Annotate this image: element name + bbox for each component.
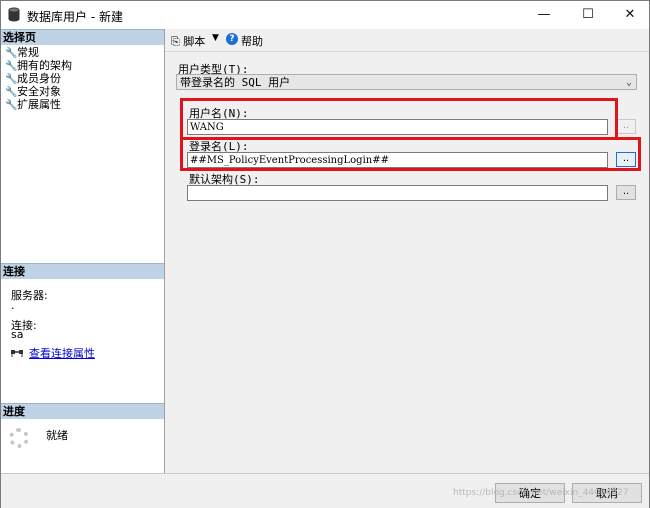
connection-value: sa bbox=[11, 328, 24, 341]
nav-item-general[interactable]: 🔧常规 bbox=[5, 46, 39, 59]
nav-item-owned-schemas[interactable]: 🔧拥有的架构 bbox=[5, 59, 72, 72]
user-name-browse-button: .. bbox=[616, 119, 636, 134]
highlight-box-login-name bbox=[180, 137, 641, 171]
nav-item-label: 常规 bbox=[17, 46, 39, 59]
help-icon[interactable]: ? bbox=[226, 33, 238, 45]
right-pane: ⎘ 脚本 ▼ ? 帮助 用户类型(T): 带登录名的 SQL 用户 ⌄ 用户名(… bbox=[165, 29, 649, 473]
dialog-window: 数据库用户 - 新建 — ☐ ✕ 选择页 🔧常规 🔧拥有的架构 🔧成员身份 🔧安… bbox=[0, 0, 650, 508]
nav-item-label: 拥有的架构 bbox=[17, 59, 72, 72]
window-title: 数据库用户 - 新建 bbox=[27, 10, 123, 24]
title-bar: 数据库用户 - 新建 — ☐ ✕ bbox=[1, 1, 649, 29]
nav-item-label: 成员身份 bbox=[17, 72, 61, 85]
nav-item-membership[interactable]: 🔧成员身份 bbox=[5, 72, 61, 85]
user-type-select[interactable]: 带登录名的 SQL 用户 ⌄ bbox=[176, 74, 637, 90]
connection-header: 连接 bbox=[1, 263, 164, 279]
nav-item-label: 安全对象 bbox=[17, 85, 61, 98]
progress-spinner-icon bbox=[9, 428, 29, 448]
nav-item-securables[interactable]: 🔧安全对象 bbox=[5, 85, 61, 98]
help-button[interactable]: 帮助 bbox=[241, 33, 263, 49]
maximize-button[interactable]: ☐ bbox=[565, 1, 611, 29]
default-schema-browse-button[interactable]: .. bbox=[616, 185, 636, 200]
highlight-box-user-name bbox=[180, 98, 618, 140]
select-page-header: 选择页 bbox=[1, 29, 164, 45]
database-icon bbox=[8, 7, 20, 22]
script-icon: ⎘ bbox=[171, 35, 184, 48]
progress-status: 就绪 bbox=[46, 429, 68, 442]
wrench-icon: 🔧 bbox=[5, 100, 18, 111]
view-connection-properties-link[interactable]: 查看连接属性 bbox=[29, 345, 95, 361]
minimize-button[interactable]: — bbox=[521, 1, 567, 29]
server-label: 服务器: bbox=[11, 289, 48, 302]
toolbar: ⎘ 脚本 ▼ ? 帮助 bbox=[165, 29, 649, 52]
script-dropdown-icon[interactable]: ▼ bbox=[212, 33, 219, 43]
progress-header: 进度 bbox=[1, 403, 164, 419]
connection-properties-icon bbox=[11, 350, 23, 357]
watermark: https://blog.csdn.net/weixin_44064427 bbox=[453, 488, 629, 498]
nav-item-extended-properties[interactable]: 🔧扩展属性 bbox=[5, 98, 61, 111]
default-schema-input[interactable] bbox=[187, 185, 608, 201]
script-button[interactable]: ⎘ 脚本 bbox=[171, 33, 205, 49]
server-value: . bbox=[11, 299, 15, 312]
left-pane: 选择页 🔧常规 🔧拥有的架构 🔧成员身份 🔧安全对象 🔧扩展属性 连接 服务器:… bbox=[1, 29, 165, 473]
chevron-down-icon: ⌄ bbox=[625, 77, 632, 88]
close-button[interactable]: ✕ bbox=[607, 1, 650, 29]
nav-item-label: 扩展属性 bbox=[17, 98, 61, 111]
